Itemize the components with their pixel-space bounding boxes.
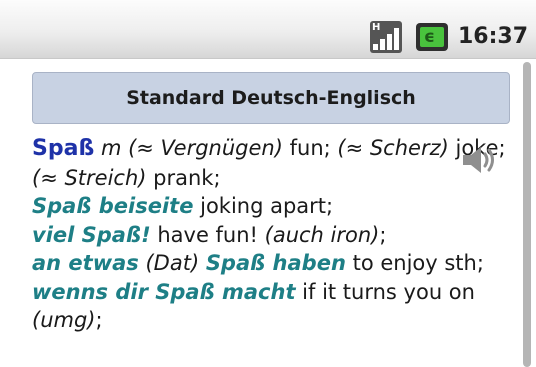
phrase-link[interactable]: an etwas — [32, 251, 139, 275]
gender-label: m — [94, 136, 129, 160]
punctuation: ; — [95, 308, 103, 332]
phrase-link[interactable]: wenns dir Spaß macht — [32, 280, 295, 304]
translation: prank; — [146, 165, 221, 190]
translation: have fun! — [150, 222, 265, 247]
dictionary-title: Standard Deutsch-Englisch — [126, 87, 416, 109]
phrase-link[interactable]: Spaß haben — [206, 251, 346, 275]
translation: to enjoy sth; — [345, 251, 484, 275]
phrase-link[interactable]: Spaß beiseite — [32, 194, 193, 218]
scrollbar[interactable] — [523, 62, 531, 367]
usage-note: (auch iron) — [264, 222, 380, 247]
status-time: 16:37 — [458, 24, 529, 49]
headword: Spaß — [32, 136, 95, 161]
phrase-link[interactable]: viel Spaß! — [32, 223, 151, 247]
sense-note: (≈ Scherz) — [337, 136, 449, 160]
sense-note: (≈ Vergnügen) — [128, 136, 283, 160]
status-bar: H ϵ 16:37 — [0, 0, 536, 59]
usage-note: (umg) — [32, 308, 96, 332]
dictionary-title-button[interactable]: Standard Deutsch-Englisch — [32, 72, 510, 124]
sense-note: (≈ Streich) — [32, 165, 147, 190]
battery-icon: ϵ — [416, 23, 448, 51]
punctuation: ; — [379, 222, 387, 247]
grammar-note: (Dat) — [138, 251, 206, 275]
translation: fun; — [282, 136, 338, 160]
signal-type-label: H — [372, 22, 381, 33]
dictionary-entry: Spaß m (≈ Vergnügen) fun; (≈ Scherz) jok… — [32, 134, 522, 335]
translation: joking apart; — [193, 194, 334, 218]
speaker-icon[interactable] — [461, 143, 497, 177]
translation: if it turns you on — [295, 279, 475, 304]
signal-icon: H — [370, 21, 402, 53]
